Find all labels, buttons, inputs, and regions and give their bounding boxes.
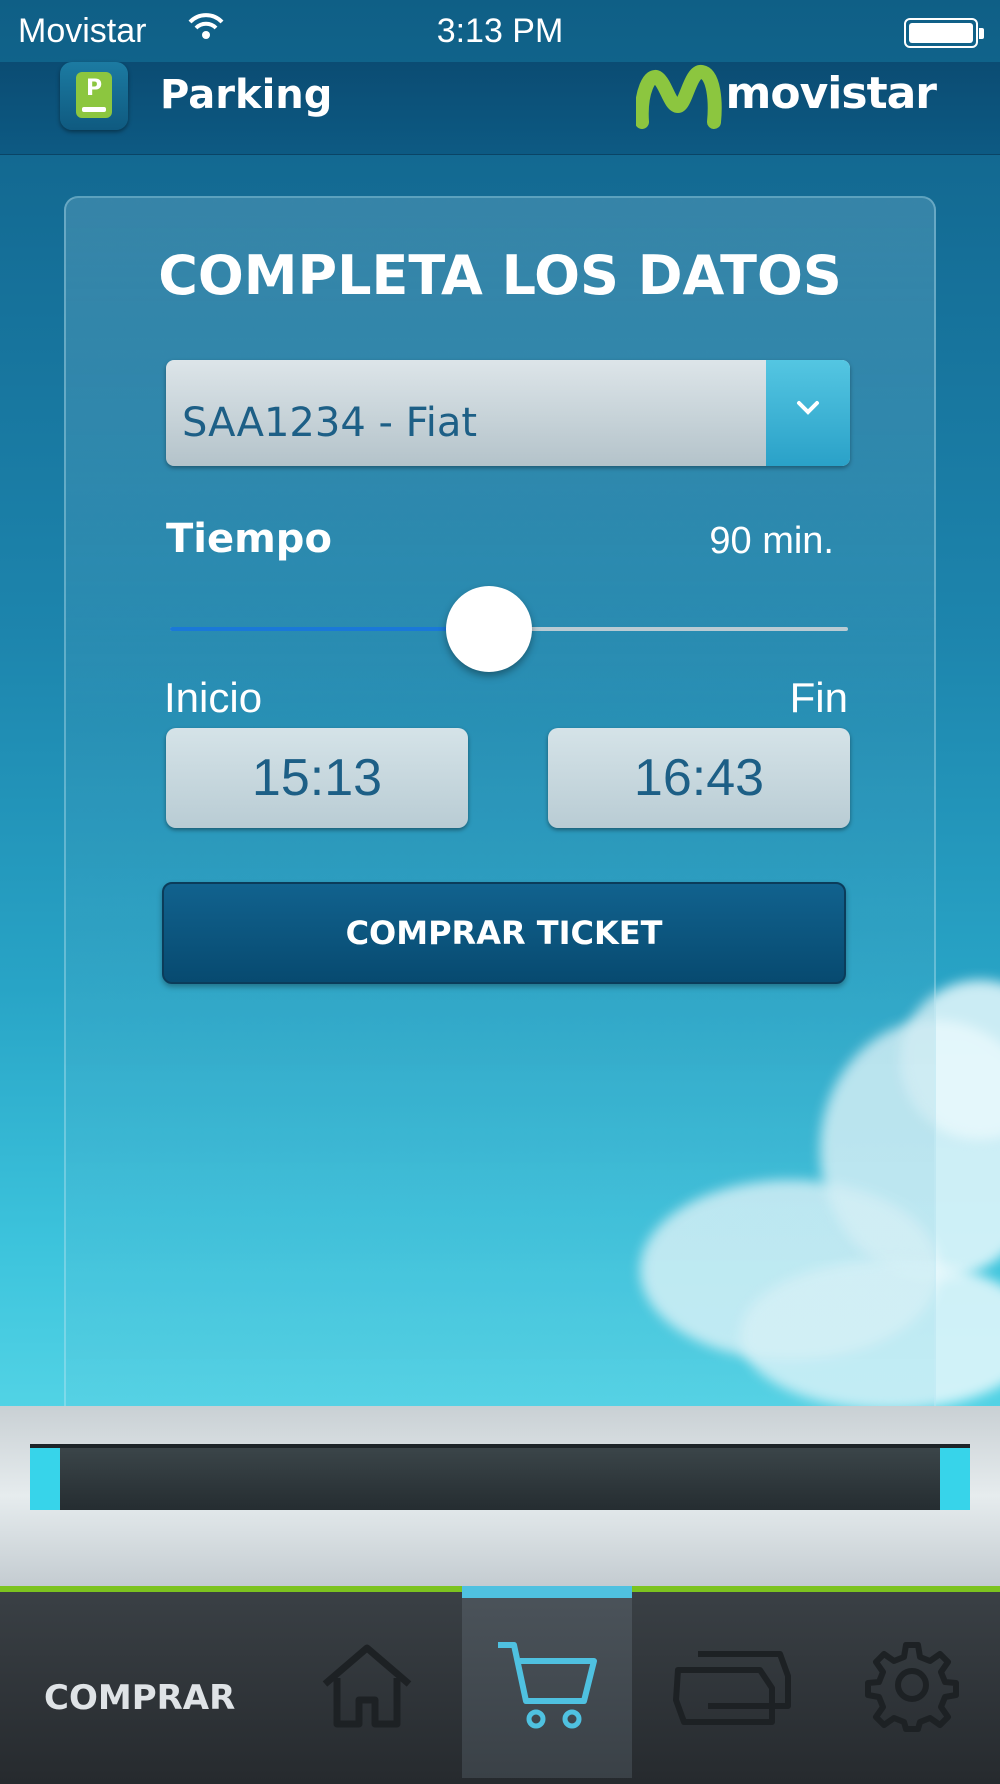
home-icon — [322, 1644, 412, 1728]
tab-settings[interactable] — [830, 1592, 994, 1778]
slider-thumb[interactable] — [445, 586, 532, 672]
comprar-ticket-button[interactable]: COMPRAR TICKET — [162, 882, 846, 984]
parking-app-icon[interactable]: P — [60, 62, 128, 130]
inicio-label: Inicio — [164, 674, 263, 721]
app-title: Parking — [160, 72, 333, 118]
slider-track-fill — [170, 627, 489, 631]
battery-icon — [904, 18, 984, 48]
status-bar: Movistar 3:13 PM — [0, 0, 1000, 62]
vehicle-selected-value: SAA1234 - Fiat — [182, 400, 478, 446]
movistar-logo: movistar — [636, 62, 937, 132]
time-slider[interactable] — [170, 584, 848, 674]
cart-icon — [498, 1642, 597, 1729]
chevron-down-icon — [797, 401, 819, 415]
tiempo-label: Tiempo — [166, 516, 332, 562]
tab-tickets[interactable] — [648, 1592, 818, 1778]
tickets-icon — [673, 1651, 791, 1725]
tiempo-value: 90 min. — [709, 520, 834, 562]
parking-ground-graphic — [0, 1406, 1000, 1586]
gear-icon — [865, 1642, 959, 1732]
tab-bar: COMPRAR — [0, 1586, 1000, 1784]
fin-label: Fin — [789, 674, 848, 721]
inicio-time-field[interactable]: 15:13 — [166, 728, 468, 828]
brand-name: movistar — [725, 68, 937, 119]
tab-cart[interactable] — [462, 1586, 632, 1778]
vehicle-select[interactable]: SAA1234 - Fiat — [166, 360, 850, 466]
tab-section-label: COMPRAR — [44, 1678, 236, 1718]
fin-time-field[interactable]: 16:43 — [548, 728, 850, 828]
parking-slot-graphic — [30, 1444, 970, 1510]
tab-home[interactable] — [282, 1592, 452, 1778]
page-title: COMPLETA LOS DATOS — [158, 244, 842, 307]
status-time: 3:13 PM — [436, 12, 564, 50]
form-panel: COMPLETA LOS DATOS SAA1234 - Fiat Tiempo… — [64, 196, 936, 1506]
dropdown-button[interactable] — [766, 360, 850, 466]
movistar-m-icon — [636, 65, 722, 129]
app-header: P Parking movistar — [0, 62, 1000, 155]
